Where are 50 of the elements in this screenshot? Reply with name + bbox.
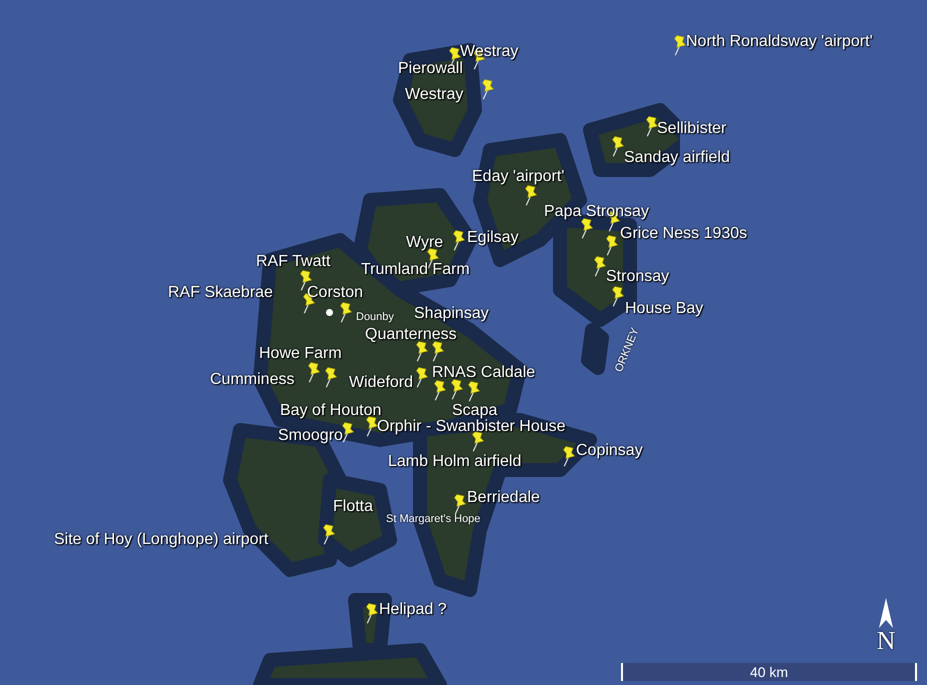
pushpin-icon[interactable] xyxy=(323,366,339,388)
pushpin-icon[interactable] xyxy=(414,340,430,362)
pushpin-icon[interactable] xyxy=(452,493,468,515)
pushpin-icon[interactable] xyxy=(610,285,626,307)
compass-letter: N xyxy=(876,628,896,654)
placemark-label[interactable]: RAF Skaebrae xyxy=(168,283,273,303)
placemark-label[interactable]: Corston xyxy=(307,283,364,303)
placemark-label[interactable]: Site of Hoy (Longhope) airport xyxy=(54,530,268,550)
pushpin-icon[interactable] xyxy=(414,366,430,388)
pushpin-icon[interactable] xyxy=(561,445,577,467)
pushpin-icon[interactable] xyxy=(466,380,482,402)
placemark-label[interactable]: North Ronaldsway 'airport' xyxy=(686,32,873,52)
placemark-label[interactable]: Egilsay xyxy=(467,228,519,248)
pushpin-icon[interactable] xyxy=(432,379,448,401)
pushpin-icon[interactable] xyxy=(430,340,446,362)
placemark-label[interactable]: Wideford xyxy=(349,373,414,393)
placemark-label[interactable]: Howe Farm xyxy=(259,344,342,364)
town-label: St Margaret's Hope xyxy=(386,513,480,525)
placemark-label[interactable]: RAF Twatt xyxy=(256,252,330,272)
placemark-label[interactable]: RNAS Caldale xyxy=(432,363,536,383)
pushpin-icon[interactable] xyxy=(306,361,322,383)
pushpin-icon[interactable] xyxy=(451,229,467,251)
placemark-label[interactable]: Helipad ? xyxy=(379,600,447,620)
placemark-label[interactable]: Shapinsay xyxy=(414,304,489,324)
pushpin-icon[interactable] xyxy=(449,378,465,400)
pushpin-icon[interactable] xyxy=(592,255,608,277)
placemark-label[interactable]: House Bay xyxy=(625,299,704,319)
placemark-label[interactable]: Papa Stronsay xyxy=(544,202,649,222)
pushpin-icon[interactable] xyxy=(364,602,380,624)
placemark-label[interactable]: Westray xyxy=(405,85,464,105)
north-arrow-icon xyxy=(879,598,893,628)
placemark-label[interactable]: Flotta xyxy=(333,497,374,517)
placemark-label[interactable]: Eday 'airport' xyxy=(472,167,564,187)
placemark-label[interactable]: Smoogro xyxy=(278,426,343,446)
pushpin-icon[interactable] xyxy=(321,523,337,545)
pushpin-icon[interactable] xyxy=(523,184,539,206)
placemark-label[interactable]: Westray xyxy=(460,42,518,62)
placemark-label[interactable]: Grice Ness 1930s xyxy=(620,224,748,244)
placemark-label[interactable]: Sanday airfield xyxy=(624,148,730,168)
placemark-label[interactable]: Pierowall xyxy=(398,59,463,79)
placemark-label[interactable]: Quanterness xyxy=(365,325,457,345)
placemark-label[interactable]: Wyre xyxy=(406,233,444,253)
pushpin-icon[interactable] xyxy=(604,234,620,256)
placemark-label[interactable]: Copinsay xyxy=(576,441,643,461)
town-label: Dounby xyxy=(356,311,394,323)
placemark-label[interactable]: Trumland Farm xyxy=(361,260,470,280)
pushpin-icon[interactable] xyxy=(610,135,626,157)
scale-bar: 40 km xyxy=(621,663,917,681)
pushpin-icon[interactable] xyxy=(338,301,354,323)
pushpin-icon[interactable] xyxy=(480,78,496,100)
